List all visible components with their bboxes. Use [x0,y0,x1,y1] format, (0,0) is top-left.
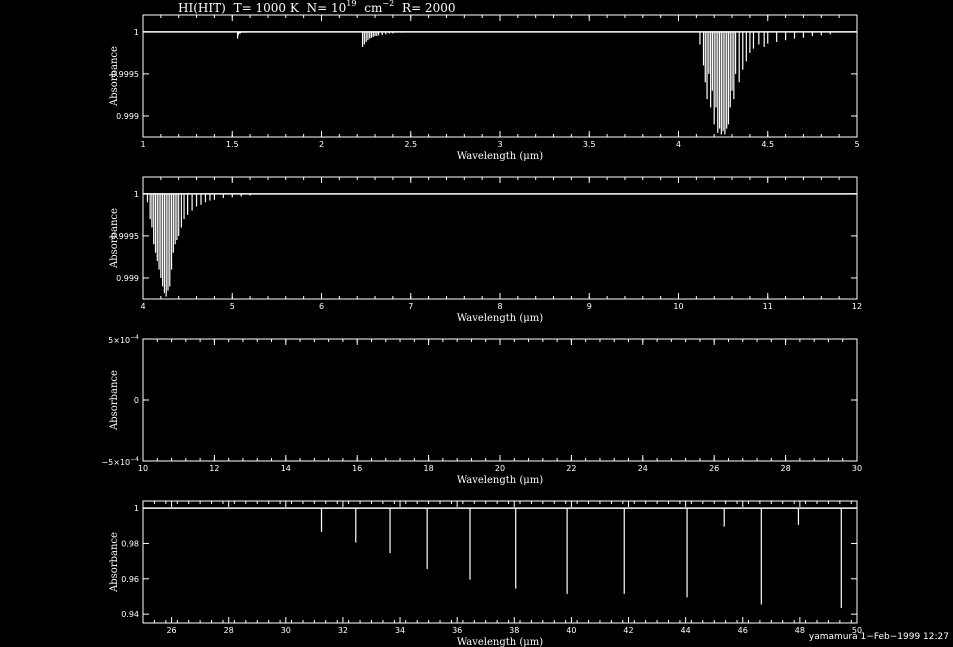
x-tick-label: 3.5 [583,140,596,149]
x-tick-label: 2.5 [404,140,417,149]
panels: 1 1.5 2 2.5 3 3.5 4 4.5 5 1 0.999 5 0.999 Wavelength … [101,14,862,647]
y-axis-label: Absorbance [109,532,120,593]
x-tick-label: 42 [623,626,633,635]
y-tick-label: 0.999 [116,274,139,283]
timestamp-stamp: yamamura 1−Feb−1999 12:27 [809,632,949,642]
x-tick-label: 28 [781,464,791,473]
x-tick-label: 30 [852,464,862,473]
x-tick-label: 34 [395,626,405,635]
x-tick-label: 22 [566,464,576,473]
spectra-figure: HI(HIT) T= 1000 K N= 1019 cm−2 R= 2000 1… [101,0,949,647]
x-tick-label: 44 [681,626,691,635]
x-tick-label: 10 [138,464,148,473]
plot-frame [142,500,858,624]
y-tick-label: 1 [134,504,139,513]
title-species: HI(HIT) [178,1,226,15]
x-tick-label: 5 [854,140,859,149]
plot-frame [142,338,858,462]
x-tick-label: 1 [140,140,145,149]
x-tick-label: 11 [763,302,773,311]
y-tick-label: 0.999 [116,112,139,121]
x-tick-label: 12 [209,464,219,473]
panel-1: 1 1.5 2 2.5 3 3.5 4 4.5 510.99950.999Wavelength … [109,14,860,162]
y-tick-label: 0.96 [121,575,139,584]
panel-2: 4 5 6 7 8 9 10 11 1210.99950.999Wavelength (μm)A… [109,176,862,324]
x-tick-label: 4.5 [761,140,774,149]
x-tick-label: 7 [408,302,413,311]
y-tick-label: 5×10−4 [108,334,139,345]
x-tick-label: 28 [224,626,234,635]
x-tick-label: 30 [281,626,291,635]
y-axis-label: Absorbance [109,46,120,107]
x-axis-label: Wavelength (μm) [457,151,543,162]
title-unit: cm [364,1,383,15]
x-tick-label: 10 [673,302,683,311]
x-tick-label: 40 [566,626,576,635]
x-tick-label: 4 [676,140,681,149]
y-tick-label: 1 [134,190,139,199]
figure-title: HI(HIT) T= 1000 K N= 1019 cm−2 R= 2000 [178,0,455,15]
x-tick-label: 18 [424,464,434,473]
x-tick-label: 48 [795,626,805,635]
y-axis-label: Absorbance [109,370,120,431]
x-tick-label: 4 [140,302,145,311]
y-tick-label: 0.98 [121,539,139,548]
x-tick-label: 2 [319,140,324,149]
x-axis-label: Wavelength (μm) [457,475,543,486]
x-tick-label: 14 [281,464,291,473]
x-tick-label: 12 [852,302,862,311]
x-tick-label: 8 [497,302,502,311]
x-tick-label: 26 [709,464,719,473]
x-axis-label: Wavelength (μm) [457,637,543,647]
x-tick-label: 6 [319,302,324,311]
x-tick-label: 20 [495,464,505,473]
x-tick-label: 26 [166,626,176,635]
y-axis-label: Absorbance [109,208,120,269]
x-tick-label: 24 [638,464,648,473]
title-n-exponent: 19 [346,0,356,8]
x-tick-label: 5 [230,302,235,311]
title-resolution: R= 2000 [402,1,455,15]
y-tick-label: 1 [134,28,139,37]
y-tick-label: −5×10−4 [101,456,139,467]
panel-3: 10 12 14 16 18 20 22 24 26 28 30 5×10−4 0 −5×10−4 Wave… [101,334,862,486]
x-tick-label: 46 [738,626,748,635]
x-tick-label: 16 [352,464,362,473]
x-tick-label: 38 [509,626,519,635]
title-n-prefix: N= 10 [307,1,347,15]
x-tick-label: 36 [452,626,462,635]
x-axis-label: Wavelength (μm) [457,313,543,324]
x-tick-label: 1.5 [226,140,239,149]
title-temperature: T= 1000 K [234,1,300,15]
x-tick-label: 32 [338,626,348,635]
title-unit-exponent: −2 [382,0,394,8]
panel-4: 26 28 30 32 34 36 38 40 42 44 46 48 5010.980.960.94W… [109,500,862,647]
y-tick-label: 0 [134,396,139,405]
x-tick-label: 9 [587,302,592,311]
y-tick-label: 0.94 [121,610,139,619]
x-tick-label: 3 [497,140,502,149]
